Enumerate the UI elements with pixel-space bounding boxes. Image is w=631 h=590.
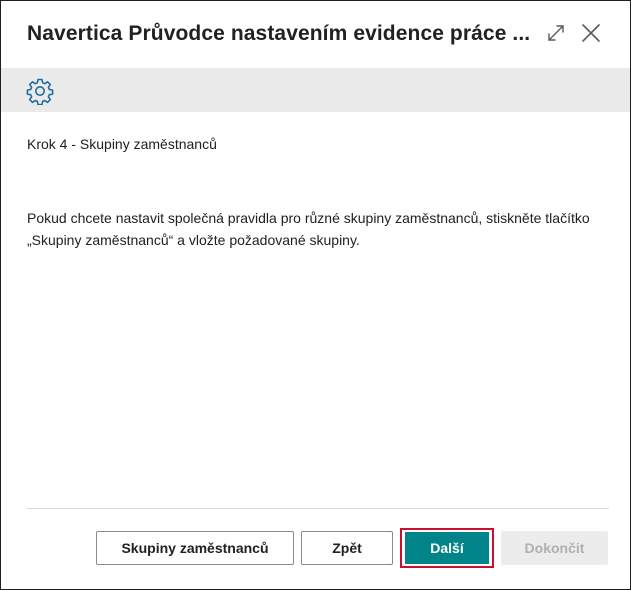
step-description: Pokud chcete nastavit společná pravidla … bbox=[27, 210, 590, 248]
step-title: Krok 4 - Skupiny zaměstnanců bbox=[27, 136, 217, 152]
dialog-header: Navertica Průvodce nastavením evidence p… bbox=[1, 1, 630, 67]
finish-button[interactable]: Dokončit bbox=[501, 531, 608, 565]
dialog-title: Navertica Průvodce nastavením evidence p… bbox=[27, 22, 531, 45]
gear-icon bbox=[26, 78, 54, 106]
back-button[interactable]: Zpět bbox=[301, 531, 393, 565]
next-button[interactable]: Další bbox=[405, 532, 489, 564]
footer-divider bbox=[27, 508, 609, 509]
close-button[interactable] bbox=[579, 21, 603, 45]
next-button-highlight: Další bbox=[400, 528, 494, 568]
close-icon bbox=[582, 24, 600, 42]
expand-button[interactable] bbox=[544, 21, 568, 45]
wizard-dialog: Navertica Průvodce nastavením evidence p… bbox=[0, 0, 631, 590]
settings-button[interactable] bbox=[26, 77, 54, 106]
expand-icon bbox=[548, 25, 564, 41]
action-bar bbox=[1, 68, 630, 112]
employee-groups-button[interactable]: Skupiny zaměstnanců bbox=[96, 531, 294, 565]
